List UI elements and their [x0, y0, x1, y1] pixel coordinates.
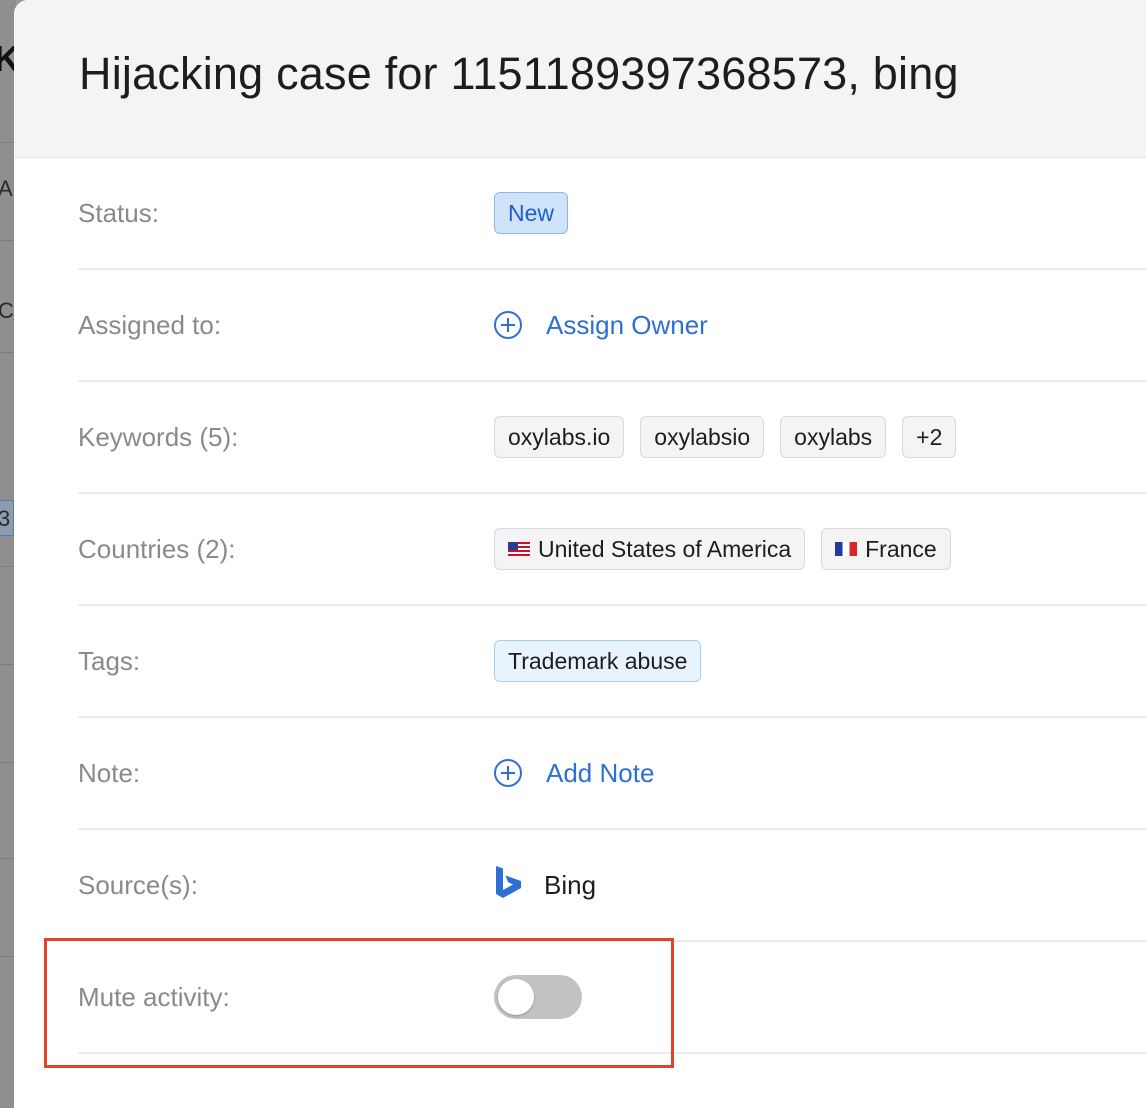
flag-us-icon [508, 542, 530, 556]
drawer-header: Hijacking case for 1151189397368573, bin… [14, 0, 1146, 158]
add-note-label: Add Note [546, 757, 655, 788]
assign-owner-button[interactable]: Assign Owner [494, 310, 708, 341]
country-chip: France [821, 528, 951, 570]
bg-fragment-3: 3 [0, 506, 11, 531]
drawer-title: Hijacking case for 1151189397368573, bin… [79, 47, 959, 99]
mute-activity-row: Mute activity: [78, 942, 1146, 1054]
bing-logo-icon [496, 866, 521, 898]
status-row: Status: New [78, 158, 1146, 270]
sources-label: Source(s): [78, 869, 198, 900]
case-details-drawer: Hijacking case for 1151189397368573, bin… [14, 0, 1146, 1108]
country-name: United States of America [538, 535, 792, 562]
source-item: Bing [494, 866, 597, 901]
countries-label: Countries (2): [78, 533, 236, 564]
flag-fr-icon [835, 542, 858, 556]
note-row: Note: Add Note [78, 718, 1146, 830]
keyword-chip: oxylabs.io [494, 416, 625, 458]
sources-row: Source(s): Bing [78, 830, 1146, 942]
countries-row: Countries (2): United States of America … [78, 494, 1146, 606]
source-name: Bing [544, 869, 597, 900]
plus-circle-icon [494, 311, 522, 339]
keyword-chip: oxylabs [780, 416, 887, 458]
mute-activity-label: Mute activity: [78, 981, 230, 1012]
keyword-chip: oxylabsio [640, 416, 765, 458]
case-fields: Status: New Assigned to: Assign Owner Ke… [14, 158, 1146, 1054]
plus-circle-icon [494, 759, 522, 787]
toggle-knob [498, 979, 534, 1015]
more-keywords-chip[interactable]: +2 [902, 416, 957, 458]
assign-owner-label: Assign Owner [546, 309, 708, 340]
tags-row: Tags: Trademark abuse [78, 606, 1146, 718]
status-badge[interactable]: New [494, 192, 569, 234]
bg-fragment-a: A [0, 176, 13, 201]
tag-chip[interactable]: Trademark abuse [494, 640, 702, 682]
note-label: Note: [78, 757, 141, 788]
country-name: France [865, 535, 937, 562]
status-label: Status: [78, 197, 159, 228]
tags-label: Tags: [78, 645, 141, 676]
keywords-label: Keywords (5): [78, 421, 239, 452]
add-note-button[interactable]: Add Note [494, 758, 654, 789]
mute-activity-toggle[interactable] [494, 975, 582, 1019]
country-chip: United States of America [494, 528, 806, 570]
keywords-row: Keywords (5): oxylabs.io oxylabsio oxyla… [78, 382, 1146, 494]
assigned-row: Assigned to: Assign Owner [78, 270, 1146, 382]
assigned-label: Assigned to: [78, 309, 222, 340]
